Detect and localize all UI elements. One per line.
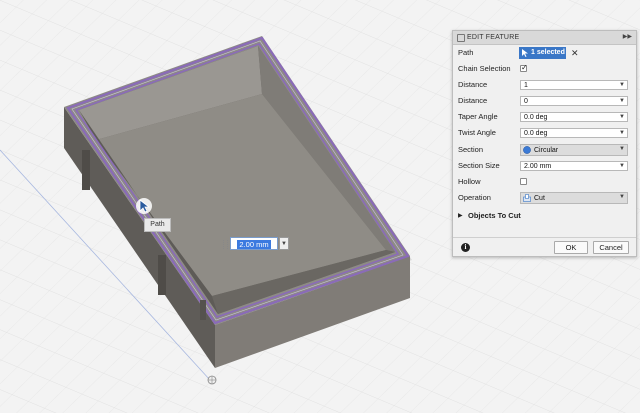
section-size-hud[interactable]: 2.00 mm ▼ — [223, 237, 289, 252]
hud-value: 2.00 mm — [237, 240, 271, 249]
row-path: Path 1 selected ✕ — [453, 45, 636, 61]
chevron-down-icon[interactable]: ▼ — [619, 145, 625, 154]
row-distance-2: Distance 0 ▼ — [453, 93, 636, 109]
operation-value: Cut — [534, 195, 545, 202]
cursor-arrow-icon — [522, 49, 528, 57]
twist-angle-input[interactable]: 0.0 deg ▼ — [520, 128, 628, 138]
ok-button[interactable]: OK — [554, 241, 588, 254]
drag-grip-icon[interactable] — [223, 240, 228, 249]
chevron-down-icon[interactable]: ▼ — [619, 97, 625, 106]
path-label: Path — [458, 48, 474, 57]
objects-to-cut-label: Objects To Cut — [468, 211, 521, 220]
section-value: Circular — [534, 147, 559, 154]
section-size-label: Section Size — [458, 161, 500, 170]
circle-section-icon — [523, 146, 531, 154]
distance-2-value: 0 — [524, 98, 528, 105]
edit-feature-panel: EDIT FEATURE ▶▶ Path 1 selected ✕ Chain … — [452, 30, 637, 257]
info-icon[interactable]: i — [461, 243, 470, 252]
distance-2-label: Distance — [458, 96, 488, 105]
twist-angle-label: Twist Angle — [458, 128, 496, 137]
panel-header[interactable]: EDIT FEATURE ▶▶ — [453, 31, 636, 45]
left-slot-1 — [82, 150, 90, 190]
row-taper-angle: Taper Angle 0.0 deg ▼ — [453, 109, 636, 125]
check-icon: ✓ — [521, 63, 528, 72]
chevron-down-icon[interactable]: ▼ — [619, 113, 625, 122]
panel-title: EDIT FEATURE — [467, 34, 520, 41]
left-slot-2 — [158, 255, 166, 295]
operation-label: Operation — [458, 193, 491, 202]
selection-cursor-icon — [136, 198, 152, 214]
row-distance-1: Distance 1 ▼ — [453, 77, 636, 93]
chevron-down-icon[interactable]: ▼ — [619, 129, 625, 138]
expand-triangle-icon[interactable]: ▶ — [458, 209, 463, 223]
expand-icon[interactable]: ▶▶ — [623, 31, 632, 44]
clear-selection-icon[interactable]: ✕ — [571, 45, 579, 61]
row-hollow: Hollow — [453, 174, 636, 190]
panel-footer: i OK Cancel — [453, 237, 636, 257]
row-operation: Operation Cut ▼ — [453, 190, 636, 206]
distance-1-input[interactable]: 1 ▼ — [520, 80, 628, 90]
cancel-button[interactable]: Cancel — [593, 241, 629, 254]
operation-select[interactable]: Cut ▼ — [520, 192, 628, 204]
chevron-down-icon[interactable]: ▼ — [619, 193, 625, 202]
section-size-value: 2.00 mm — [524, 163, 552, 170]
collapse-icon[interactable] — [457, 34, 465, 42]
distance-2-input[interactable]: 0 ▼ — [520, 96, 628, 106]
section-label: Section — [458, 145, 484, 154]
taper-angle-input[interactable]: 0.0 deg ▼ — [520, 112, 628, 122]
chain-selection-checkbox[interactable]: ✓ — [520, 63, 528, 72]
chain-selection-label: Chain Selection — [458, 64, 511, 73]
chevron-down-icon[interactable]: ▼ — [619, 162, 625, 171]
row-section-size: Section Size 2.00 mm ▼ — [453, 158, 636, 174]
taper-angle-value: 0.0 deg — [524, 114, 548, 121]
front-slot — [200, 300, 206, 320]
chevron-down-icon[interactable]: ▼ — [279, 237, 289, 250]
twist-angle-value: 0.0 deg — [524, 130, 548, 137]
objects-to-cut-group[interactable]: ▶ Objects To Cut — [453, 209, 636, 223]
chevron-down-icon[interactable]: ▼ — [619, 81, 625, 90]
row-twist-angle: Twist Angle 0.0 deg ▼ — [453, 125, 636, 141]
hollow-checkbox[interactable] — [520, 178, 527, 185]
hollow-label: Hollow — [458, 177, 481, 186]
cut-operation-icon — [523, 194, 531, 202]
section-size-input[interactable]: 2.00 mm ▼ — [520, 161, 628, 171]
row-section: Section Circular ▼ — [453, 142, 636, 158]
path-selection-text: 1 selected — [531, 49, 565, 56]
taper-angle-label: Taper Angle — [458, 112, 498, 121]
section-size-hud-field[interactable]: 2.00 mm — [230, 237, 278, 250]
row-chain-selection: Chain Selection ✓ — [453, 61, 636, 77]
distance-1-label: Distance — [458, 80, 488, 89]
path-selection-button[interactable]: 1 selected — [519, 47, 566, 59]
distance-1-value: 1 — [524, 82, 528, 89]
path-tooltip: Path — [144, 218, 171, 232]
section-select[interactable]: Circular ▼ — [520, 144, 628, 156]
